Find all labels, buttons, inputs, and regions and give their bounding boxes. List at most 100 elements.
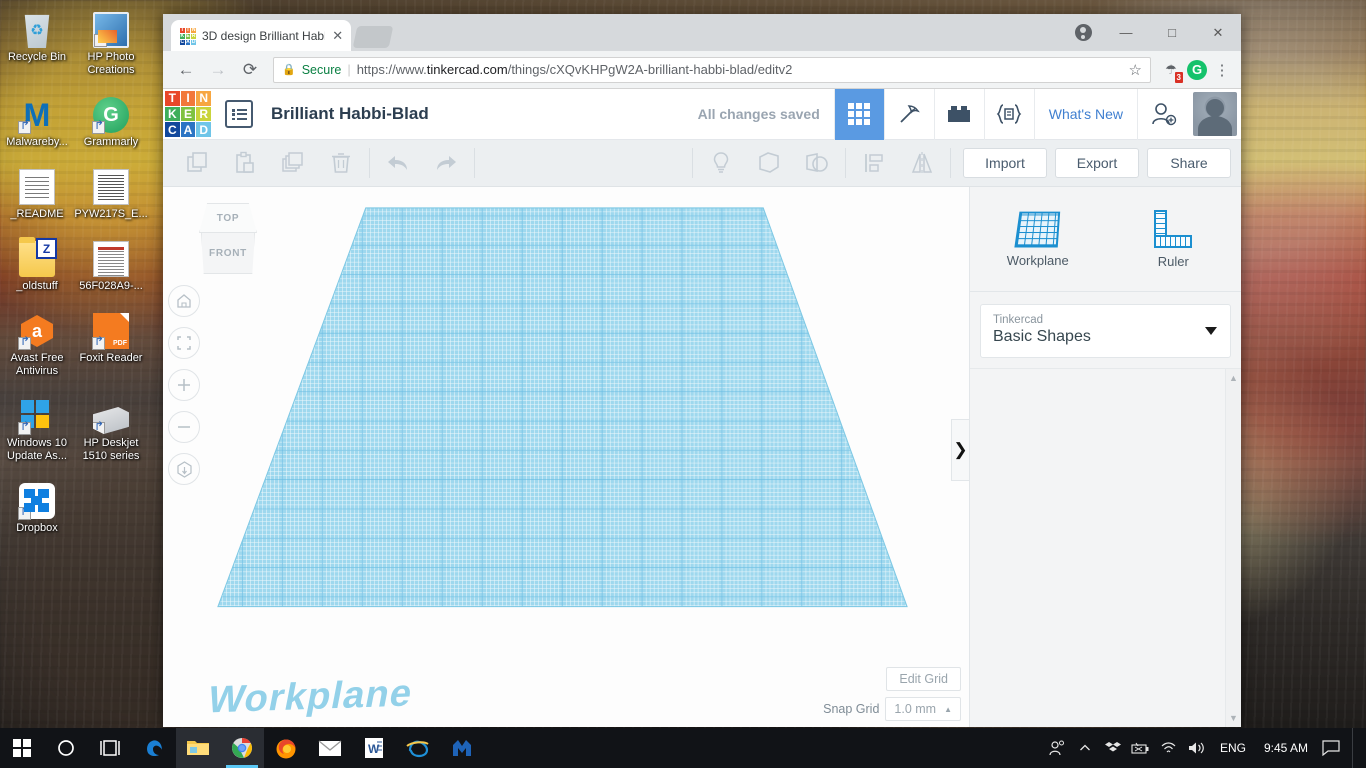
action-center-icon[interactable]: [1318, 728, 1344, 768]
browser-profile-button[interactable]: [1063, 14, 1103, 51]
share-button[interactable]: Share: [1147, 148, 1231, 178]
bookmark-star-icon[interactable]: ☆: [1129, 61, 1142, 79]
design-canvas[interactable]: Workplane TOP FRONT Edit Grid Snap Grid …: [163, 187, 969, 727]
paste-icon[interactable]: [221, 140, 269, 187]
taskbar-firefox[interactable]: [264, 728, 308, 768]
lego-brick-icon: [948, 106, 971, 122]
volume-icon[interactable]: [1184, 728, 1210, 768]
align-icon[interactable]: [850, 140, 898, 187]
lightbulb-icon[interactable]: [697, 140, 745, 187]
perspective-toggle-button[interactable]: [168, 453, 200, 485]
copy-icon[interactable]: [173, 140, 221, 187]
desktop-icon-printer[interactable]: HP Deskjet 1510 series: [74, 392, 148, 463]
browser-tab[interactable]: TINKERCAD 3D design Brilliant Habbi- ✕: [171, 20, 351, 51]
design-menu-button[interactable]: [225, 100, 253, 128]
desktop-icon-windows-update[interactable]: Windows 10 Update As...: [0, 392, 74, 463]
minimize-button[interactable]: —: [1103, 17, 1149, 49]
show-desktop-button[interactable]: [1352, 728, 1362, 768]
avatar[interactable]: [1193, 92, 1237, 136]
grid-icon: [848, 103, 871, 125]
dropbox-tray-icon[interactable]: [1100, 728, 1126, 768]
maximize-button[interactable]: □: [1149, 17, 1195, 49]
desktop-icon-foxit-reader[interactable]: Foxit Reader: [74, 307, 148, 365]
snap-grid-select[interactable]: 1.0 mm ▲: [885, 697, 961, 721]
whats-new-link[interactable]: What's New: [1033, 88, 1137, 140]
back-button[interactable]: ←: [171, 55, 201, 85]
import-button[interactable]: Import: [963, 148, 1047, 178]
fit-to-view-button[interactable]: [168, 327, 200, 359]
desktop-icon-recycle-bin[interactable]: Recycle Bin: [0, 6, 74, 64]
grammarly-extension-button[interactable]: G: [1185, 58, 1209, 82]
cortana-button[interactable]: [44, 728, 88, 768]
workplane-tool[interactable]: Workplane: [970, 187, 1106, 291]
zoom-in-button[interactable]: [168, 369, 200, 401]
view-cube-top-face[interactable]: TOP: [199, 203, 257, 233]
battery-icon[interactable]: [1128, 728, 1154, 768]
taskbar-file-explorer[interactable]: [176, 728, 220, 768]
language-indicator[interactable]: ENG: [1212, 741, 1254, 755]
redo-icon[interactable]: [422, 140, 470, 187]
tab-blocks[interactable]: [933, 88, 984, 140]
desktop-icon-dropbox[interactable]: Dropbox: [0, 477, 74, 535]
scroll-down-arrow-icon[interactable]: ▼: [1229, 713, 1238, 723]
invite-user-button[interactable]: [1137, 88, 1189, 140]
tinkercad-logo[interactable]: TIN KER CAD: [165, 91, 211, 137]
desktop-icon-text-document[interactable]: _README: [0, 163, 74, 221]
start-button[interactable]: [0, 728, 44, 768]
desktop-icon-zip-folder[interactable]: _oldstuff: [0, 235, 74, 293]
scroll-up-arrow-icon[interactable]: ▲: [1229, 373, 1238, 383]
shapes-list-area[interactable]: ▲ ▼: [970, 368, 1241, 727]
desktop-icon-avast[interactable]: Avast Free Antivirus: [0, 307, 74, 378]
tab-minecraft[interactable]: [883, 88, 934, 140]
home-view-button[interactable]: [168, 285, 200, 317]
taskbar-chrome[interactable]: [220, 728, 264, 768]
address-bar[interactable]: 🔒 Secure | https://www.tinkercad.com/thi…: [273, 56, 1151, 83]
wifi-icon[interactable]: [1156, 728, 1182, 768]
close-tab-icon[interactable]: ✕: [331, 28, 345, 44]
reload-button[interactable]: ⟳: [235, 55, 265, 85]
panel-collapse-toggle[interactable]: ❯: [951, 419, 969, 481]
group-icon[interactable]: [745, 140, 793, 187]
desktop-icon-document[interactable]: PYW217S_E...: [74, 163, 148, 221]
undo-icon[interactable]: [374, 140, 422, 187]
logo-tile-k: K: [180, 32, 185, 39]
view-cube-front-face[interactable]: FRONT: [201, 232, 255, 274]
desktop-icon-malwarebytes[interactable]: Malwareby...: [0, 91, 74, 149]
tab-codeblocks[interactable]: [983, 88, 1034, 140]
taskbar-edge[interactable]: [132, 728, 176, 768]
desktop-icon-pdf-document[interactable]: 56F028A9-...: [74, 235, 148, 293]
chrome-menu-icon[interactable]: ⋮: [1211, 61, 1233, 79]
close-window-button[interactable]: ✕: [1195, 17, 1241, 49]
extension-icon[interactable]: ☂ 3: [1159, 58, 1183, 83]
desktop-icon-grammarly[interactable]: Grammarly: [74, 91, 148, 149]
duplicate-icon[interactable]: [269, 140, 317, 187]
people-icon[interactable]: [1044, 728, 1070, 768]
forward-button[interactable]: →: [203, 55, 233, 85]
shape-library-select[interactable]: Tinkercad Basic Shapes: [980, 304, 1231, 358]
shapes-panel: Workplane Ruler Tinkercad Basic Shapes ▲: [969, 187, 1241, 727]
new-tab-button[interactable]: [352, 26, 394, 48]
export-button[interactable]: Export: [1055, 148, 1139, 178]
delete-icon[interactable]: [317, 140, 365, 187]
taskbar-word[interactable]: W: [352, 728, 396, 768]
workplane-grid[interactable]: [163, 187, 969, 727]
edit-grid-button[interactable]: Edit Grid: [886, 667, 961, 691]
clock[interactable]: 9:45 AM: [1256, 741, 1316, 755]
desktop-icon-label: Foxit Reader: [79, 352, 143, 364]
tab-3d-design[interactable]: [833, 88, 884, 140]
mirror-icon[interactable]: [898, 140, 946, 187]
chevron-down-icon[interactable]: [1205, 327, 1217, 335]
panel-scrollbar[interactable]: ▲ ▼: [1225, 369, 1241, 727]
show-hidden-icons-chevron[interactable]: [1072, 728, 1098, 768]
ruler-tool[interactable]: Ruler: [1106, 187, 1242, 291]
ungroup-icon[interactable]: [793, 140, 841, 187]
desktop-icon-hp-photo-creations[interactable]: HP Photo Creations: [74, 6, 148, 77]
taskbar-mail[interactable]: [308, 728, 352, 768]
view-cube[interactable]: TOP FRONT: [191, 203, 265, 283]
design-title[interactable]: Brilliant Habbi-Blad: [271, 104, 429, 124]
taskbar-internet-explorer[interactable]: [396, 728, 440, 768]
taskbar-malwarebytes[interactable]: [440, 728, 484, 768]
task-view-button[interactable]: [88, 728, 132, 768]
zoom-out-button[interactable]: [168, 411, 200, 443]
grid-controls: Edit Grid Snap Grid 1.0 mm ▲: [823, 667, 961, 721]
